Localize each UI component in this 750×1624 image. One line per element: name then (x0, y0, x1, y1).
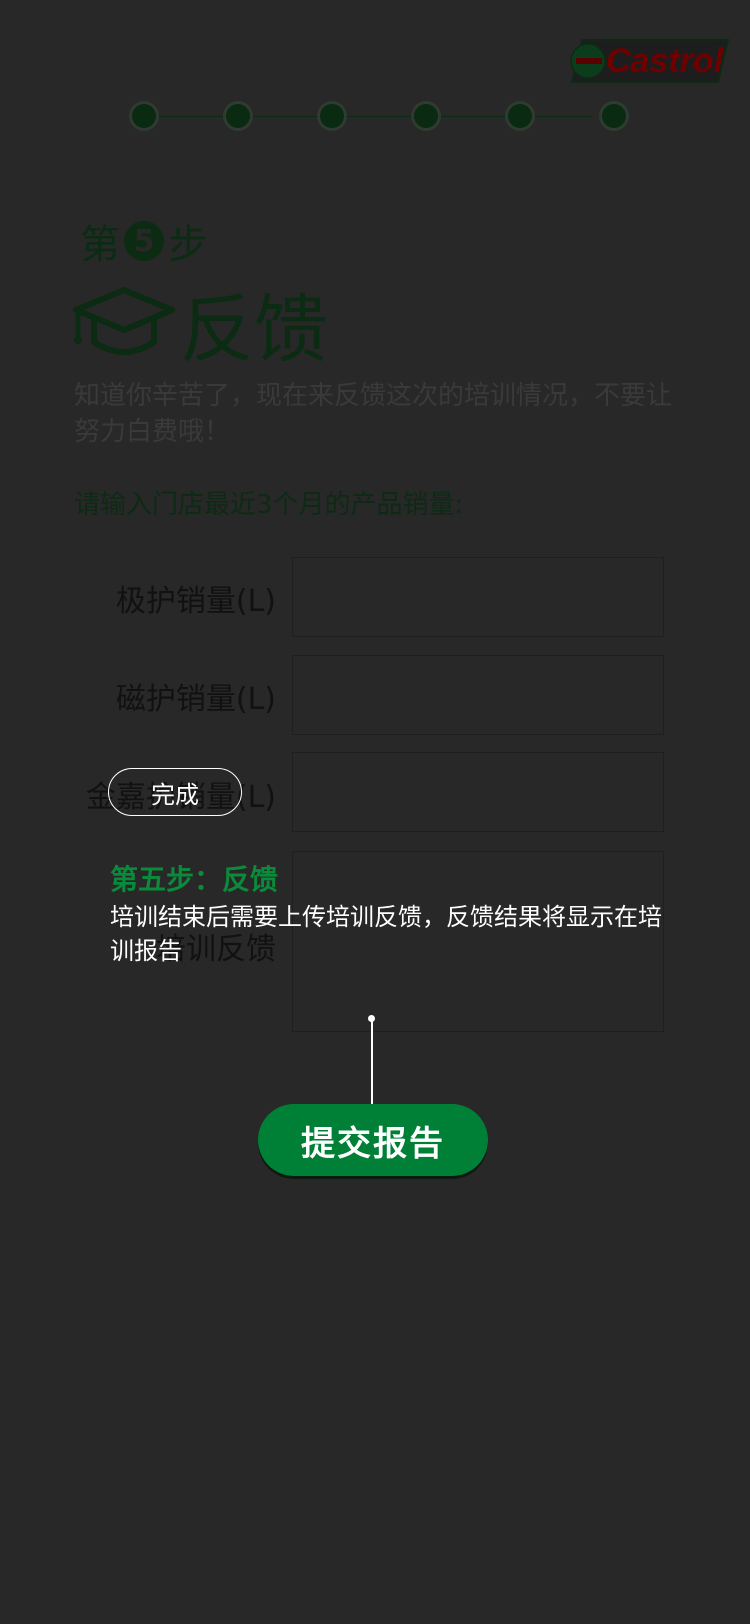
step-dot-2 (226, 104, 250, 128)
step-dot-4 (414, 104, 438, 128)
cihu-sales-input[interactable] (292, 655, 664, 735)
page-background: Castrol 第 5 步 反馈 知道你辛苦了，现在来反馈这次的培训情况，不要让… (0, 0, 750, 1624)
svg-text:Castrol: Castrol (606, 42, 725, 80)
tooltip-done-button[interactable]: 完成 (108, 768, 242, 816)
form-prompt: 请输入门店最近3个月的产品销量: (74, 490, 464, 520)
tooltip-pointer-line (371, 1018, 373, 1108)
step-dot-3 (320, 104, 344, 128)
step-dot-5 (508, 104, 532, 128)
submit-report-button[interactable]: 提交报告 (258, 1104, 488, 1176)
jihu-sales-input[interactable] (292, 557, 664, 637)
castrol-logo: Castrol (570, 39, 730, 83)
field-label-cihu: 磁护销量(L) (115, 682, 276, 717)
step-number-badge: 5 (124, 221, 164, 261)
step-progress (132, 104, 626, 132)
page-title-row: 反馈 (72, 270, 328, 377)
step-label: 第 5 步 (80, 212, 208, 270)
step-dot-6 (602, 104, 626, 128)
jinjiahu-sales-input[interactable] (292, 752, 664, 832)
page-title: 反馈 (180, 287, 328, 373)
graduation-cap-icon (73, 286, 175, 355)
step-dot-1 (132, 104, 156, 128)
step-prefix: 第 (80, 222, 120, 268)
intro-text: 知道你辛苦了，现在来反馈这次的培训情况，不要让努力白费哦！ (74, 381, 673, 447)
tooltip-title: 第五步：反馈 (110, 863, 279, 896)
field-label-jihu: 极护销量(L) (115, 584, 276, 619)
step-suffix: 步 (168, 222, 208, 268)
tooltip-body: 培训结束后需要上传培训反馈，反馈结果将显示在培训报告 (110, 903, 662, 965)
